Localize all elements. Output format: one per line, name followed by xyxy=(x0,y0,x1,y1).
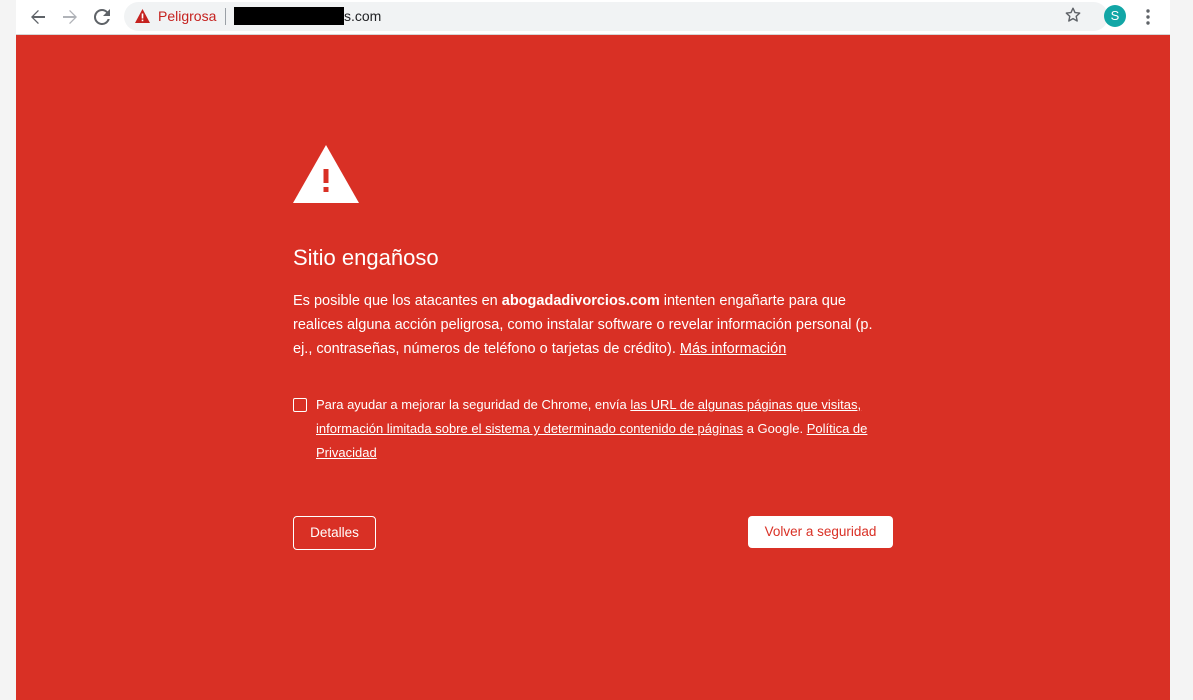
arrow-right-icon xyxy=(63,10,77,24)
profile-avatar[interactable]: S xyxy=(1104,5,1126,27)
warning-triangle-icon xyxy=(293,145,359,203)
browser-window: Peligrosa s.com S Sitio engañoso Es posi… xyxy=(0,0,1193,700)
star-icon xyxy=(1065,7,1081,22)
extended-reporting-label: Para ayudar a mejorar la seguridad de Ch… xyxy=(316,393,891,465)
safe-browsing-interstitial: Sitio engañoso Es posible que los atacan… xyxy=(16,35,1170,700)
extended-reporting-checkbox[interactable] xyxy=(293,398,307,412)
flagged-site-name: abogadadivorcios.com xyxy=(501,293,660,309)
reload-icon xyxy=(94,9,110,25)
kebab-menu-icon xyxy=(1146,9,1150,25)
reporting-text-start: Para ayudar a mejorar la seguridad de Ch… xyxy=(316,397,631,412)
window-edge-left xyxy=(0,0,16,700)
reporting-text-middle: a Google. xyxy=(743,421,807,436)
browser-toolbar: Peligrosa s.com S xyxy=(16,0,1170,35)
forward-button[interactable] xyxy=(58,5,82,29)
security-status-label: Peligrosa xyxy=(158,8,217,24)
window-edge-right xyxy=(1170,0,1193,700)
browser-menu-button[interactable] xyxy=(1140,6,1156,28)
omnibox[interactable]: Peligrosa s.com xyxy=(124,2,1108,31)
url-text: s.com xyxy=(344,8,382,24)
learn-more-link[interactable]: Más información xyxy=(680,341,786,357)
reload-button[interactable] xyxy=(90,5,114,29)
page-title: Sitio engañoso xyxy=(293,245,439,270)
omnibox-separator xyxy=(225,8,226,25)
warning-description: Es posible que los atacantes en abogadad… xyxy=(293,289,893,361)
url-redaction xyxy=(234,7,344,25)
warning-triangle-icon xyxy=(135,9,150,23)
bookmark-button[interactable] xyxy=(1065,7,1081,28)
details-button[interactable]: Detalles xyxy=(293,516,376,550)
back-to-safety-button[interactable]: Volver a seguridad xyxy=(748,516,893,548)
arrow-left-icon xyxy=(31,10,45,24)
description-text-start: Es posible que los atacantes en xyxy=(293,293,502,309)
back-button[interactable] xyxy=(26,5,50,29)
